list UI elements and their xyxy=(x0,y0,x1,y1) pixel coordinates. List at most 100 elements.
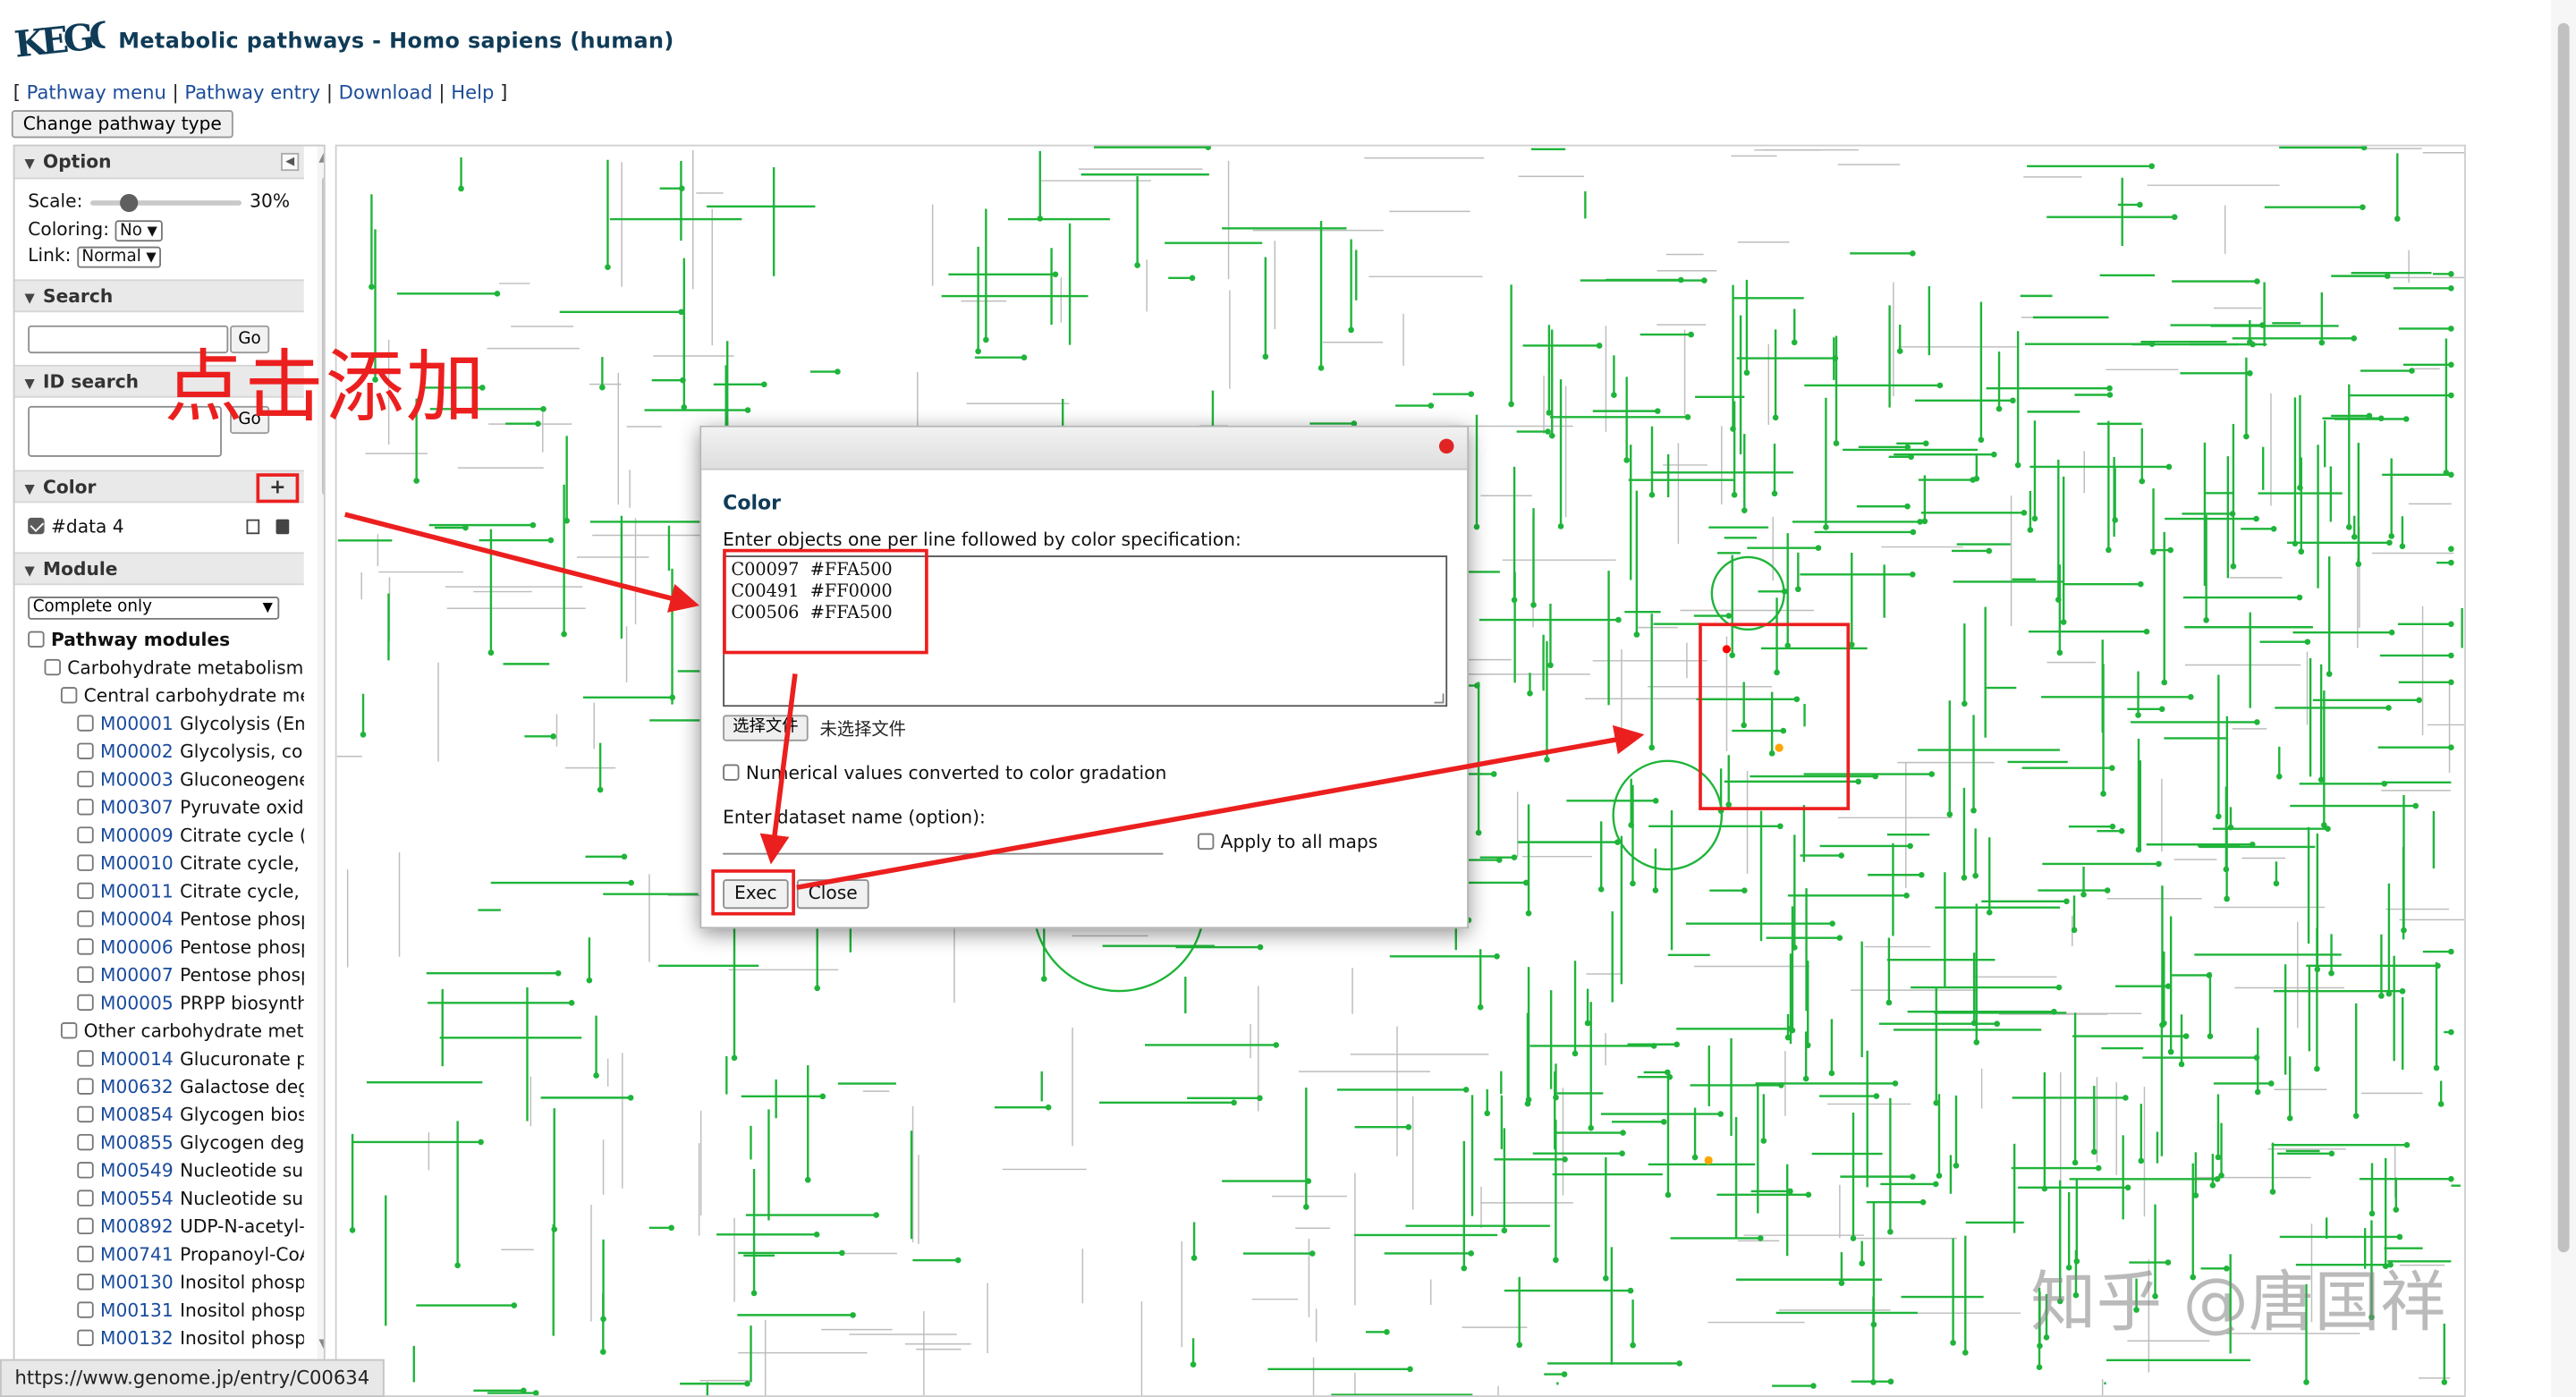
module-checkbox[interactable] xyxy=(77,1078,94,1095)
compound-node xyxy=(540,406,547,412)
module-checkbox[interactable] xyxy=(60,687,78,704)
module-id-link[interactable]: M00549 xyxy=(100,1160,174,1181)
module-checkbox[interactable] xyxy=(77,1274,94,1291)
module-checkbox[interactable] xyxy=(77,826,94,843)
compound-node xyxy=(1787,1026,1793,1032)
color-spec-textarea[interactable]: C00097 #FFA500 C00491 #FF0000 C00506 #FF… xyxy=(723,555,1448,707)
coloring-select[interactable]: No ▼ xyxy=(114,219,163,241)
color-section-header[interactable]: ▼ Color + xyxy=(14,470,304,504)
module-checkbox[interactable] xyxy=(77,799,94,816)
module-checkbox[interactable] xyxy=(77,854,94,871)
compound-node xyxy=(2321,822,2327,828)
module-checkbox[interactable] xyxy=(77,742,94,759)
module-checkbox[interactable] xyxy=(77,1329,94,1346)
module-id-link[interactable]: M00632 xyxy=(100,1077,174,1098)
module-id-link[interactable]: M00007 xyxy=(100,965,174,986)
nav-pathway-entry[interactable]: Pathway entry xyxy=(184,80,320,104)
scale-slider[interactable] xyxy=(90,200,242,206)
choose-file-button[interactable]: 选择文件 xyxy=(723,715,809,741)
change-pathway-type-button[interactable]: Change pathway type xyxy=(11,110,233,139)
module-id-link[interactable]: M00855 xyxy=(100,1132,174,1154)
module-checkbox[interactable] xyxy=(77,966,94,983)
module-item: M00001 Glycolysis (Em xyxy=(15,712,304,740)
compound-node xyxy=(2254,1088,2261,1096)
dialog-close-icon[interactable] xyxy=(1438,438,1454,454)
search-section-header[interactable]: ▼ Search xyxy=(14,279,304,313)
module-checkbox[interactable] xyxy=(77,882,94,900)
module-id-link[interactable]: M00001 xyxy=(100,714,174,735)
module-filter-select[interactable]: Complete only ▼ xyxy=(28,597,280,620)
collapse-panel-icon[interactable]: ◀ xyxy=(281,152,300,172)
compound-node xyxy=(1611,392,1617,399)
module-id-link[interactable]: M00892 xyxy=(100,1216,174,1238)
module-checkbox[interactable] xyxy=(77,715,94,732)
module-id-link[interactable]: M00002 xyxy=(100,741,174,763)
scroll-down-icon[interactable]: ▼ xyxy=(318,1336,324,1351)
nav-download[interactable]: Download xyxy=(339,80,433,104)
color-add-button[interactable]: + xyxy=(256,473,300,504)
module-checkbox[interactable] xyxy=(77,994,94,1012)
kegg-logo[interactable]: KEGG xyxy=(13,13,106,76)
page-scroll-thumb[interactable] xyxy=(2557,22,2570,1253)
nav-pathway-menu[interactable]: Pathway menu xyxy=(27,80,166,104)
module-id-link[interactable]: M00130 xyxy=(100,1272,174,1293)
module-id-link[interactable]: M00006 xyxy=(100,936,174,958)
module-checkbox[interactable] xyxy=(77,910,94,927)
module-checkbox[interactable] xyxy=(77,1217,94,1235)
numerical-checkbox[interactable] xyxy=(723,764,740,781)
compound-node xyxy=(2187,694,2194,700)
scale-slider-thumb[interactable] xyxy=(120,193,139,213)
compound-node xyxy=(1946,811,1953,817)
dataset-name-input[interactable] xyxy=(723,830,1164,855)
module-label: Citrate cycle, s xyxy=(180,880,304,902)
module-id-link[interactable]: M00554 xyxy=(100,1189,174,1210)
option-section-header[interactable]: ▼ Option ◀ xyxy=(14,146,304,180)
module-id-link[interactable]: M00854 xyxy=(100,1105,174,1126)
module-id-link[interactable]: M00003 xyxy=(100,769,174,791)
module-checkbox[interactable] xyxy=(28,631,45,648)
trash-icon[interactable] xyxy=(275,519,290,535)
module-id-link[interactable]: M00009 xyxy=(100,825,174,846)
compound-node xyxy=(2031,515,2038,522)
compound-node xyxy=(835,368,841,375)
page-scrollbar[interactable] xyxy=(2551,0,2576,1397)
compound-node xyxy=(2318,776,2325,783)
close-button[interactable]: Close xyxy=(796,879,869,910)
module-checkbox[interactable] xyxy=(44,658,61,676)
module-checkbox[interactable] xyxy=(77,1301,94,1318)
module-checkbox[interactable] xyxy=(77,1050,94,1067)
apply-all-checkbox[interactable] xyxy=(1197,833,1215,851)
dataset-checkbox[interactable] xyxy=(28,517,45,535)
compound-node xyxy=(1650,1043,1657,1049)
module-item: M00005 PRPP biosynth xyxy=(15,991,304,1019)
module-checkbox[interactable] xyxy=(60,1021,78,1039)
module-id-link[interactable]: M00010 xyxy=(100,853,174,875)
module-id-link[interactable]: M00132 xyxy=(100,1328,174,1350)
link-select[interactable]: Normal ▼ xyxy=(76,245,162,267)
resize-handle-icon[interactable] xyxy=(1434,693,1445,704)
module-checkbox[interactable] xyxy=(77,1105,94,1123)
module-checkbox[interactable] xyxy=(77,770,94,788)
module-checkbox[interactable] xyxy=(77,1133,94,1151)
compound-node xyxy=(1684,414,1691,420)
module-id-link[interactable]: M00011 xyxy=(100,881,174,902)
copy-icon[interactable] xyxy=(246,519,260,535)
module-id-link[interactable]: M00131 xyxy=(100,1300,174,1322)
module-checkbox[interactable] xyxy=(77,938,94,955)
module-id-link[interactable]: M00741 xyxy=(100,1244,174,1266)
module-checkbox[interactable] xyxy=(77,1245,94,1263)
module-id-link[interactable]: M00014 xyxy=(100,1048,174,1070)
nav-help[interactable]: Help xyxy=(451,80,494,104)
module-section-header[interactable]: ▼ Module xyxy=(14,552,304,586)
module-checkbox[interactable] xyxy=(77,1162,94,1179)
scroll-up-icon[interactable]: ▲ xyxy=(318,149,324,165)
module-checkbox[interactable] xyxy=(77,1190,94,1206)
module-id-link[interactable]: M00004 xyxy=(100,909,174,930)
compound-node xyxy=(761,381,767,388)
module-id-link[interactable]: M00307 xyxy=(100,797,174,818)
compound-node xyxy=(1530,602,1537,608)
exec-button[interactable]: Exec xyxy=(723,879,789,910)
compound-node xyxy=(2304,639,2311,645)
dialog-titlebar[interactable] xyxy=(701,427,1468,470)
module-id-link[interactable]: M00005 xyxy=(100,993,174,1014)
